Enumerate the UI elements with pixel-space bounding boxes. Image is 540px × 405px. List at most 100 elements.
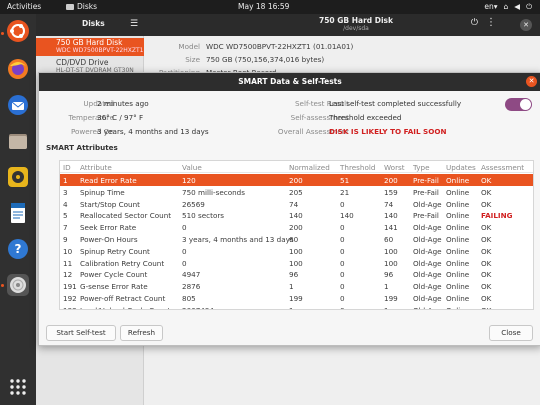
writer-icon[interactable] [7, 202, 29, 224]
cell-worst: 100 [384, 258, 398, 268]
cell-assessment: OK [481, 306, 491, 309]
disks-icon[interactable] [7, 274, 29, 296]
cell-value: 0 [182, 246, 187, 256]
column-header-threshold[interactable]: Threshold [340, 163, 375, 172]
cell-worst: 141 [384, 223, 398, 233]
cell-value: 0 [182, 258, 187, 268]
smart-attributes-table[interactable]: ID Attribute Value Normalized Threshold Worst… [59, 160, 534, 310]
cell-assessment: OK [481, 270, 492, 280]
cell-updates: Online [446, 270, 470, 280]
column-header-attribute[interactable]: Attribute [80, 163, 112, 172]
lang-label[interactable]: en▾ [484, 2, 497, 12]
cell-attribute: Spinup Retry Count [80, 246, 150, 256]
cell-worst: 96 [384, 270, 394, 280]
cell-id: 1 [63, 176, 68, 185]
firefox-icon[interactable] [7, 58, 29, 80]
table-row[interactable]: 5 Reallocated Sector Count 510 sectors 140 1… [60, 209, 533, 221]
cell-worst: 1 [384, 306, 389, 309]
cell-threshold: 0 [340, 282, 345, 292]
column-header-updates[interactable]: Updates [446, 163, 476, 172]
size-value: 750 GB (750,156,374,016 bytes) [206, 55, 325, 64]
drive-item[interactable]: 750 GB Hard Disk WDC WD7500BPVT-22HXZT1 [36, 38, 144, 56]
table-row[interactable]: 9 Power-On Hours 3 years, 4 months and 13 … [60, 233, 533, 245]
menu-icon[interactable]: ☰ [130, 19, 138, 29]
running-indicator [1, 284, 4, 287]
start-self-test-button[interactable]: Start Self-test [46, 325, 116, 341]
model-value: WDC WD7500BPVT-22HXZT1 (01.01A01) [206, 42, 354, 51]
close-button[interactable]: Close [489, 325, 533, 341]
cell-value: 120 [182, 176, 196, 185]
dock: ? [0, 14, 36, 405]
cell-assessment: FAILING [481, 211, 513, 221]
cell-attribute: Calibration Retry Count [80, 258, 165, 268]
help-icon[interactable]: ? [7, 238, 29, 260]
close-icon[interactable]: ✕ [520, 19, 532, 31]
toggle-knob [520, 99, 531, 110]
smart-enable-toggle[interactable] [505, 98, 532, 111]
cell-updates: Online [446, 211, 470, 221]
cell-type: Old-Age [413, 306, 442, 309]
more-options-icon[interactable]: ⋮ [486, 17, 496, 28]
network-icon[interactable]: ⌂ [504, 2, 509, 12]
cell-normalized: 1 [289, 282, 294, 292]
cell-updates: Online [446, 199, 470, 209]
top-bar: Activities Disks May 18 16:59 en▾ ⌂ ◀ ⏻ [0, 0, 540, 14]
volume-icon[interactable]: ◀ [514, 2, 520, 12]
cell-id: 11 [63, 258, 73, 268]
cell-type: Old-Age [413, 282, 442, 292]
table-row[interactable]: 193Load/Unload Cycle Count 2067494 1 0 1 Old-… [60, 304, 533, 309]
cell-threshold: 0 [340, 294, 345, 303]
self-assessment-value: Threshold exceeded [329, 113, 402, 122]
column-header-value[interactable]: Value [182, 163, 202, 172]
column-header-id[interactable]: ID [63, 163, 71, 172]
cell-threshold: 0 [340, 258, 345, 268]
cell-value: 750 milli-seconds [182, 187, 245, 197]
table-row[interactable]: 7 Seek Error Rate 0 200 0 141 Old-Age Online OK [60, 221, 533, 233]
column-header-type[interactable]: Type [413, 163, 430, 172]
rhythmbox-icon[interactable] [7, 166, 29, 188]
cell-id: 9 [63, 235, 68, 244]
ubuntu-software-icon[interactable] [7, 20, 29, 42]
column-header-worst[interactable]: Worst [384, 163, 405, 172]
activities-button[interactable]: Activities [7, 2, 41, 11]
table-row[interactable]: 11 Calibration Retry Count 0 100 0 100 Old-Age… [60, 257, 533, 269]
table-row[interactable]: 1 Read Error Rate 120 200 51 200 Pre-Fail Onlin… [60, 174, 533, 186]
disks-headerbar: Disks ☰ 750 GB Hard Disk /dev/sda ⏻ ⋮ ✕ [36, 14, 540, 36]
cell-normalized: 60 [289, 235, 299, 244]
cell-normalized: 96 [289, 270, 299, 280]
cell-type: Old-Age [413, 223, 442, 233]
cell-attribute: Power-On Hours [80, 235, 138, 244]
temperature-value: 36° C / 97° F [97, 113, 144, 122]
drive-title: 750 GB Hard Disk [318, 16, 393, 25]
app-menu[interactable]: Disks [66, 2, 97, 11]
table-row[interactable]: 10 Spinup Retry Count 0 100 0 100 Old-Age Onlin… [60, 245, 533, 257]
power-off-icon[interactable]: ⏻ [471, 18, 478, 28]
cell-worst: 60 [384, 235, 394, 244]
table-row[interactable]: 4 Start/Stop Count 26569 74 0 74 Old-Age Online… [60, 198, 533, 210]
files-icon[interactable] [7, 130, 29, 152]
clock[interactable]: May 18 16:59 [238, 2, 289, 11]
close-icon[interactable]: ✕ [526, 76, 537, 87]
cell-normalized: 100 [289, 258, 303, 268]
thunderbird-icon[interactable] [7, 94, 29, 116]
svg-text:?: ? [15, 242, 22, 256]
cell-attribute: Read Error Rate [80, 176, 137, 185]
refresh-button[interactable]: Refresh [120, 325, 163, 341]
app-menu-label: Disks [77, 2, 98, 11]
running-indicator [1, 32, 4, 35]
power-icon[interactable]: ⏻ [526, 2, 532, 12]
show-apps-icon[interactable] [7, 376, 29, 398]
cell-id: 5 [63, 211, 68, 221]
cell-id: 10 [63, 246, 73, 256]
column-header-normalized[interactable]: Normalized [289, 163, 330, 172]
table-row[interactable]: 191 G-sense Error Rate 2876 1 0 1 Old-Age Onlin… [60, 280, 533, 292]
table-row[interactable]: 192 Power-off Retract Count 805 199 0 199 Old-… [60, 292, 533, 304]
drive-item-model: WDC WD7500BPVT-22HXZT1 [56, 47, 144, 54]
table-row[interactable]: 12 Power Cycle Count 4947 96 0 96 Old-Age Onlin… [60, 268, 533, 280]
column-header-assessment[interactable]: Assessment [481, 163, 524, 172]
table-row[interactable]: 3 Spinup Time 750 milli-seconds 205 21 159 Pre… [60, 186, 533, 198]
system-tray[interactable]: en▾ ⌂ ◀ ⏻ [484, 2, 532, 12]
drive-item-name: 750 GB Hard Disk [56, 38, 123, 47]
cell-updates: Online [446, 223, 470, 233]
cell-attribute: Load/Unload Cycle Count [80, 306, 170, 309]
